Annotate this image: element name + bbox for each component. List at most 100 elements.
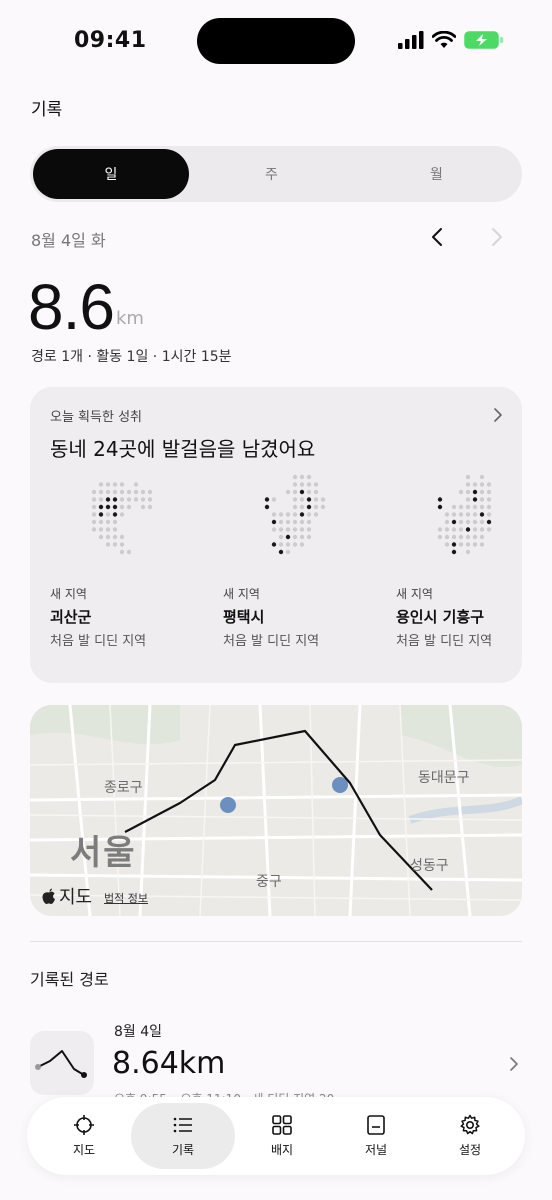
route-list-item[interactable]: 8월 4일 8.64km 오후 9:55 – 오후 11:10 · 새 디딘 지… xyxy=(30,1016,522,1106)
route-date: 8월 4일 xyxy=(114,1024,163,1040)
tab-label: 지도 xyxy=(72,1143,96,1157)
region-dot xyxy=(299,542,305,547)
region-dot xyxy=(486,482,492,487)
region-dot xyxy=(278,527,284,532)
region-dot xyxy=(91,512,97,517)
region-dot xyxy=(306,482,312,487)
region-dot xyxy=(140,489,146,495)
region-dot xyxy=(91,527,97,532)
region-dot xyxy=(105,534,111,540)
region-dot xyxy=(479,542,485,547)
region-dot xyxy=(105,519,111,525)
region-dot xyxy=(465,474,471,480)
region-dot xyxy=(285,512,291,517)
region-dot xyxy=(437,527,443,532)
region-dot xyxy=(299,474,305,480)
region-dot xyxy=(98,534,104,540)
legal-info-link[interactable]: 법적 정보 xyxy=(104,890,148,906)
region-dot xyxy=(306,512,312,517)
region-dot xyxy=(306,504,312,510)
region-dot xyxy=(98,489,104,495)
tab-label: 설정 xyxy=(458,1143,482,1157)
region-item[interactable]: 새 지역 평택시 처음 발 디딘 지역 xyxy=(223,473,393,673)
grid-icon xyxy=(272,1115,292,1135)
region-dot xyxy=(451,512,457,517)
region-dot xyxy=(444,519,450,525)
selected-date: 8월 4일 화 xyxy=(31,231,106,250)
region-dot xyxy=(91,519,97,525)
region-dot xyxy=(292,519,298,525)
region-dot xyxy=(479,474,485,480)
region-dot xyxy=(458,519,464,525)
region-dot xyxy=(444,512,450,517)
region-dot xyxy=(285,489,291,495)
region-dot xyxy=(271,512,277,517)
tab-records[interactable]: 기록 xyxy=(131,1103,235,1169)
next-day-chevron-icon[interactable] xyxy=(486,226,506,248)
region-tag: 새 지역 xyxy=(223,587,260,601)
region-dot xyxy=(299,534,305,540)
region-desc: 처음 발 디딘 지역 xyxy=(396,634,493,649)
region-dot xyxy=(313,512,319,517)
tab-journal[interactable]: 저널 xyxy=(329,1103,423,1169)
tab-label: 배지 xyxy=(270,1143,294,1157)
region-dot xyxy=(98,482,104,487)
tab-settings[interactable]: 설정 xyxy=(423,1103,517,1169)
achievement-card[interactable]: 오늘 획득한 성취 동네 24곳에 발걸음을 남겼어요 새 지역 괴산군 처음 … xyxy=(30,387,522,683)
region-dot xyxy=(105,504,111,510)
region-dot xyxy=(105,482,111,487)
tab-badges[interactable]: 배지 xyxy=(235,1103,329,1169)
region-dot xyxy=(437,504,443,510)
tab-map[interactable]: 지도 xyxy=(37,1103,131,1169)
region-item[interactable]: 새 지역 용인시 기흥구 처음 발 디딘 지역 xyxy=(396,473,522,673)
segment-week[interactable]: 주 xyxy=(189,149,354,199)
page-title: 기록 xyxy=(31,100,63,120)
gear-icon xyxy=(460,1114,480,1135)
region-dot xyxy=(264,497,270,502)
route-thumbnail xyxy=(30,1031,94,1095)
region-dot xyxy=(112,497,118,502)
region-dot xyxy=(112,504,118,510)
region-dot xyxy=(112,482,118,487)
previous-day-chevron-icon[interactable] xyxy=(428,226,448,248)
region-dot xyxy=(105,512,111,517)
region-dot xyxy=(133,497,139,502)
region-item[interactable]: 새 지역 괴산군 처음 발 디딘 지역 xyxy=(50,473,220,673)
region-name: 평택시 xyxy=(223,608,265,626)
region-dot xyxy=(458,504,464,510)
region-dot xyxy=(451,527,457,532)
region-dot xyxy=(278,549,284,555)
route-map[interactable]: 종로구 동대문구 중구 성동구 서울 지도 법적 정보 xyxy=(30,705,522,916)
region-dot xyxy=(271,519,277,525)
region-dot xyxy=(126,504,132,510)
region-dot xyxy=(465,527,471,532)
region-dot xyxy=(278,519,284,525)
region-dot xyxy=(486,504,492,510)
region-dot xyxy=(486,497,492,502)
region-dot xyxy=(119,489,125,495)
region-dot xyxy=(299,527,305,532)
region-dot xyxy=(292,497,298,502)
region-name: 괴산군 xyxy=(50,608,92,626)
region-dot xyxy=(472,512,478,517)
segment-day[interactable]: 일 xyxy=(33,149,189,199)
region-dot xyxy=(437,497,443,502)
region-dot xyxy=(119,549,125,555)
region-dot xyxy=(140,497,146,502)
chevron-right-icon xyxy=(510,1057,518,1071)
region-dot-map-icon xyxy=(264,474,326,555)
region-dot xyxy=(320,504,326,510)
status-icons xyxy=(398,30,504,50)
section-divider xyxy=(30,941,522,942)
dynamic-island xyxy=(197,18,355,64)
region-dot xyxy=(98,512,104,517)
crosshair-icon xyxy=(74,1115,94,1135)
region-dot xyxy=(98,504,104,510)
region-dot xyxy=(112,519,118,525)
region-name: 용인시 기흥구 xyxy=(396,608,485,626)
segment-month[interactable]: 월 xyxy=(354,149,519,199)
achievement-caption: 오늘 획득한 성취 xyxy=(50,410,142,425)
region-dot xyxy=(444,542,450,547)
region-dot xyxy=(451,519,457,525)
activity-summary: 경로 1개 · 활동 1일 · 1시간 15분 xyxy=(31,349,232,365)
